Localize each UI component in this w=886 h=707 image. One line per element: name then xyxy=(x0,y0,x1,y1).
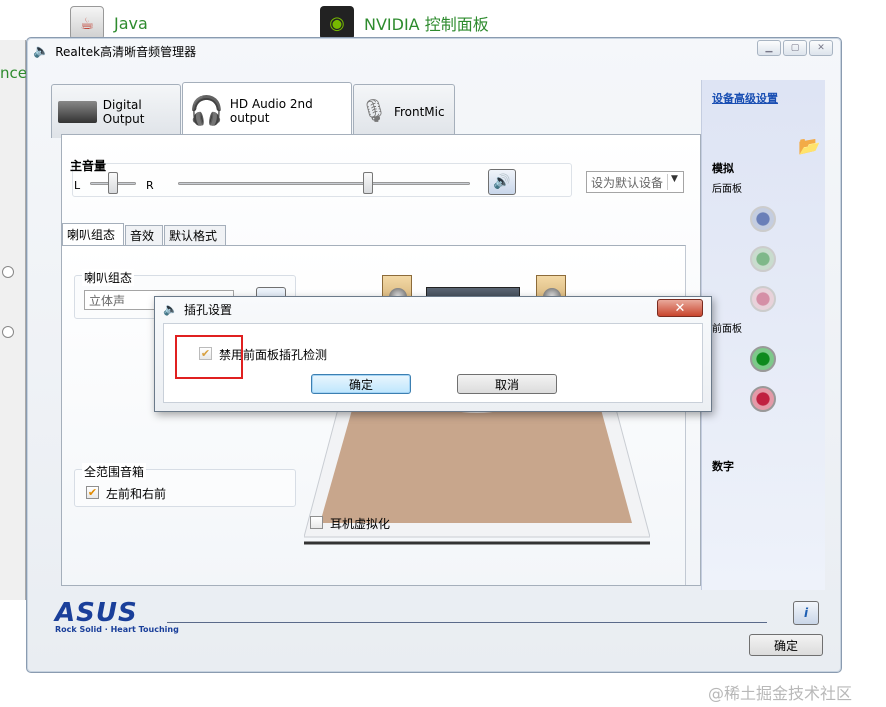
microphone-icon: 🎙 xyxy=(360,99,388,124)
speaker-icon: 🔈 xyxy=(33,43,50,59)
button-label: 确定 xyxy=(773,638,798,653)
front-left-right-label: 左前和右前 xyxy=(106,487,167,501)
dialog-ok-button[interactable]: 确定 xyxy=(311,374,411,394)
dialog-title-bar[interactable]: 🔈 插孔设置 xyxy=(155,297,711,321)
main-ok-button[interactable]: 确定 xyxy=(749,634,823,656)
tab-label: 喇叭组态 xyxy=(67,228,116,242)
back-panel-label: 后面板 xyxy=(712,184,742,195)
front-left-right-checkbox[interactable]: ✔ xyxy=(86,486,99,499)
headphone-virtualization-label: 耳机虚拟化 xyxy=(330,517,391,531)
desktop-icon-label: Java xyxy=(114,13,148,33)
master-volume-label: 主音量 xyxy=(70,159,107,173)
button-label: 确定 xyxy=(348,377,373,392)
desktop-icon-java[interactable]: ☕ Java xyxy=(70,6,148,40)
connector-sidebar: 设备高级设置 📂 模拟 后面板 前面板 数字 xyxy=(701,80,825,590)
back-green-jack-icon[interactable] xyxy=(750,246,776,272)
device-advanced-settings-link[interactable]: 设备高级设置 xyxy=(712,90,778,106)
tab-label: FrontMic xyxy=(393,104,445,119)
tab-label: 默认格式 xyxy=(169,229,218,243)
speaker-config-value: 立体声 xyxy=(89,293,126,308)
dialog-cancel-button[interactable]: 取消 xyxy=(457,374,557,394)
java-icon: ☕ xyxy=(70,6,104,40)
info-icon: i xyxy=(803,606,809,620)
dialog-content xyxy=(163,323,703,403)
asus-tagline: Rock Solid · Heart Touching xyxy=(55,625,179,634)
balance-right-label: R xyxy=(146,179,154,192)
tab-default-format[interactable]: 默认格式 xyxy=(164,225,226,245)
speaker-icon: 🔈 xyxy=(163,302,178,316)
mute-button[interactable]: 🔊 xyxy=(488,169,516,195)
highlight-annotation-box xyxy=(175,335,243,379)
set-default-device-dropdown[interactable]: 设为默认设备 ▼ xyxy=(586,171,684,193)
window-title: Realtek高清晰音频管理器 xyxy=(55,44,197,59)
fullrange-speakers-label: 全范围音箱 xyxy=(82,463,147,480)
close-button[interactable]: ✕ xyxy=(809,40,833,56)
nvidia-icon: ◉ xyxy=(320,6,354,40)
tab-sound-effects[interactable]: 音效 xyxy=(125,225,163,245)
folder-icon[interactable]: 📂 xyxy=(798,136,820,157)
asus-logo: ASUS xyxy=(55,598,138,628)
tab-label: HD Audio 2nd output xyxy=(229,96,313,125)
background-radio xyxy=(2,266,14,278)
analog-label: 模拟 xyxy=(712,162,734,175)
digital-label: 数字 xyxy=(712,460,734,473)
info-button[interactable]: i xyxy=(793,601,819,625)
speaker-config-label: 喇叭组态 xyxy=(82,269,135,286)
maximize-button[interactable]: ▢ xyxy=(783,40,807,56)
balance-left-label: L xyxy=(74,179,81,192)
dialog-close-button[interactable]: ✕ xyxy=(657,299,703,317)
background-text-fragment: nce xyxy=(0,64,27,82)
dropdown-label: 设为默认设备 xyxy=(591,175,664,190)
minimize-button[interactable]: ▁ xyxy=(757,40,781,56)
headphone-virtualization-checkbox[interactable]: ✔ xyxy=(310,516,323,529)
headphones-icon: 🎧 xyxy=(189,94,224,127)
watermark: @稀土掘金技术社区 xyxy=(708,684,853,703)
tab-speaker-config[interactable]: 喇叭组态 xyxy=(62,223,124,245)
button-label: 取消 xyxy=(494,377,519,392)
desktop-icon-nvidia[interactable]: ◉ NVIDIA 控制面板 xyxy=(320,6,489,40)
brand-divider xyxy=(167,622,767,623)
background-window-fragment xyxy=(0,40,26,600)
balance-slider-thumb[interactable] xyxy=(108,172,118,194)
tab-label: 音效 xyxy=(130,229,155,243)
back-blue-jack-icon[interactable] xyxy=(750,206,776,232)
volume-slider-track xyxy=(178,182,470,185)
tab-label: Digital Output xyxy=(102,97,145,126)
dialog-title: 插孔设置 xyxy=(183,302,232,317)
background-radio xyxy=(2,326,14,338)
front-panel-label: 前面板 xyxy=(712,324,742,335)
front-green-jack-icon[interactable] xyxy=(750,346,776,372)
speaker-volume-icon: 🔊 xyxy=(493,174,511,190)
tab-hd-audio-2nd-output[interactable]: 🎧 HD Audio 2nd output xyxy=(182,82,352,138)
desktop-icon-label: NVIDIA 控制面板 xyxy=(364,15,489,34)
front-pink-jack-icon[interactable] xyxy=(750,386,776,412)
title-bar[interactable]: 🔈 Realtek高清晰音频管理器 ▁ ▢ ✕ xyxy=(27,38,841,64)
volume-slider-thumb[interactable] xyxy=(362,172,373,194)
chevron-down-icon: ▼ xyxy=(667,174,681,190)
back-pink-jack-icon[interactable] xyxy=(750,286,776,312)
tab-frontmic[interactable]: 🎙 FrontMic xyxy=(353,84,455,138)
close-icon: ✕ xyxy=(674,300,686,316)
digital-output-icon xyxy=(58,100,97,123)
tab-digital-output[interactable]: Digital Output xyxy=(51,84,181,138)
